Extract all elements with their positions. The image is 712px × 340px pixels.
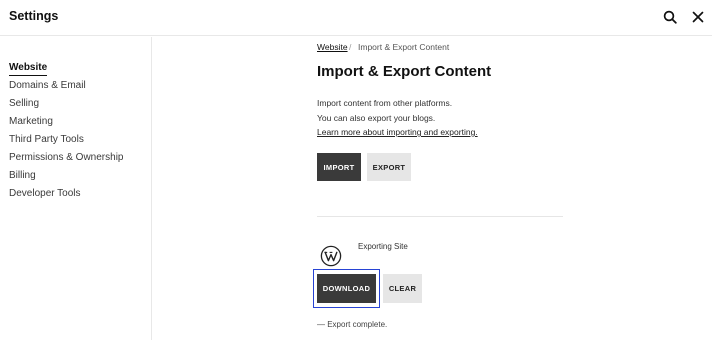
settings-header: Settings xyxy=(0,0,712,36)
page-title: Import & Export Content xyxy=(317,63,492,80)
clear-button[interactable]: CLEAR xyxy=(383,274,422,303)
header-title: Settings xyxy=(9,9,59,23)
settings-sidebar: Website Domains & Email Selling Marketin… xyxy=(0,37,152,340)
breadcrumb-current: Import & Export Content xyxy=(358,42,450,52)
sidebar-item-billing[interactable]: Billing xyxy=(9,170,36,182)
breadcrumb-separator: / xyxy=(349,42,352,52)
main-content: Website / Import & Export Content Import… xyxy=(153,37,712,340)
import-button[interactable]: IMPORT xyxy=(317,153,361,181)
search-icon[interactable] xyxy=(661,8,679,26)
section-divider xyxy=(317,216,563,217)
description-line-2: You can also export your blogs. xyxy=(317,113,436,123)
export-button[interactable]: EXPORT xyxy=(367,153,411,181)
wordpress-icon xyxy=(320,245,342,267)
export-status: — Export complete. xyxy=(317,320,388,329)
sidebar-item-selling[interactable]: Selling xyxy=(9,98,39,110)
close-icon[interactable] xyxy=(689,8,707,26)
learn-more-link[interactable]: Learn more about importing and exporting… xyxy=(317,127,478,137)
sidebar-item-website[interactable]: Website xyxy=(9,62,48,76)
sidebar-item-developer-tools[interactable]: Developer Tools xyxy=(9,188,81,200)
description-line-1: Import content from other platforms. xyxy=(317,98,453,108)
sidebar-item-marketing[interactable]: Marketing xyxy=(9,116,53,128)
download-button[interactable]: DOWNLOAD xyxy=(317,274,376,303)
sidebar-item-permissions-ownership[interactable]: Permissions & Ownership xyxy=(9,152,123,164)
breadcrumb-link-website[interactable]: Website xyxy=(317,42,348,52)
sidebar-item-domains-email[interactable]: Domains & Email xyxy=(9,80,86,92)
sidebar-item-third-party-tools[interactable]: Third Party Tools xyxy=(9,134,84,146)
export-job-label: Exporting Site xyxy=(358,242,408,251)
